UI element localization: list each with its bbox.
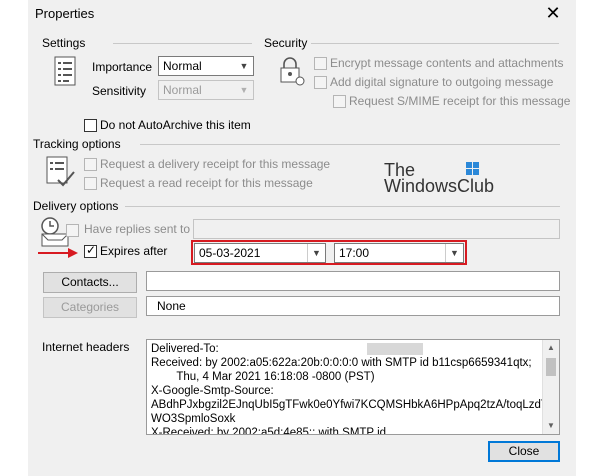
sensitivity-label: Sensitivity: [92, 84, 147, 98]
tracking-divider: [140, 144, 560, 145]
read-receipt-checkbox[interactable]: [84, 177, 97, 190]
contacts-button[interactable]: Contacts...: [43, 272, 137, 293]
scroll-thumb[interactable]: [546, 358, 556, 376]
importance-label: Importance: [92, 60, 153, 74]
expiry-time-select[interactable]: 17:00 ▼: [334, 243, 464, 263]
delivery-receipt-checkbox[interactable]: [84, 158, 97, 171]
padlock-settings-icon: [277, 56, 307, 91]
header-line: Received: by 2002:a05:622a:20b:0:0:0:0 w…: [151, 357, 532, 369]
header-line: ABdhPJxbgzil2EJnqUbI5gTFwk0e0Yfwi7KCQMSH…: [151, 399, 559, 411]
expires-after-label: Expires after: [100, 244, 168, 258]
close-icon[interactable]: ✕: [542, 2, 564, 24]
tracking-checklist-icon: [46, 156, 76, 191]
encrypt-label: Encrypt message contents and attachments: [330, 56, 564, 70]
close-button[interactable]: Close: [488, 441, 560, 462]
have-replies-checkbox[interactable]: [66, 224, 79, 237]
settings-group-label: Settings: [42, 36, 86, 50]
chevron-down-icon: ▼: [239, 85, 249, 95]
expiry-time-value: 17:00: [339, 246, 370, 260]
chevron-down-icon[interactable]: ▼: [445, 244, 463, 262]
importance-select[interactable]: Normal ▼: [158, 56, 254, 76]
delivery-receipt-label: Request a delivery receipt for this mess…: [100, 157, 331, 171]
chevron-down-icon: ▼: [239, 61, 249, 71]
smime-checkbox[interactable]: [333, 95, 346, 108]
categories-button[interactable]: Categories: [43, 297, 137, 318]
smime-label: Request S/MIME receipt for this message: [349, 94, 571, 108]
signature-checkbox[interactable]: [314, 76, 327, 89]
header-line: Delivered-To:: [151, 343, 219, 355]
importance-value: Normal: [163, 59, 202, 73]
header-line: WO3SpmloSoxk: [151, 413, 236, 425]
encrypt-checkbox[interactable]: [314, 57, 327, 70]
autoarchive-label: Do not AutoArchive this item: [100, 118, 251, 132]
redacted-email-block: [367, 343, 423, 355]
signature-label: Add digital signature to outgoing messag…: [330, 75, 554, 89]
headers-scrollbar[interactable]: ▲ ▼: [542, 340, 559, 434]
expiry-date-value: 05-03-2021: [199, 246, 261, 260]
autoarchive-checkbox[interactable]: [84, 119, 97, 132]
have-replies-label: Have replies sent to: [84, 222, 191, 236]
security-group-label: Security: [264, 36, 308, 50]
watermark-line2: WindowsClub: [384, 176, 495, 196]
scroll-down-icon[interactable]: ▼: [543, 418, 559, 434]
windows-logo-icon: [466, 162, 480, 179]
internet-headers-label: Internet headers: [42, 340, 130, 354]
header-line: X-Received: by 2002:a5d:4e85:: with SMTP…: [151, 427, 387, 435]
delivery-group-label: Delivery options: [33, 199, 119, 213]
have-replies-input[interactable]: [193, 219, 560, 239]
internet-headers-textarea[interactable]: Delivered-To: Received: by 2002:a05:622a…: [146, 339, 560, 435]
window-title: Properties: [35, 6, 95, 21]
read-receipt-label: Request a read receipt for this message: [100, 176, 313, 190]
chevron-down-icon[interactable]: ▼: [307, 244, 325, 262]
delivery-divider: [125, 206, 560, 207]
header-line: X-Google-Smtp-Source:: [151, 385, 274, 397]
settings-list-icon: [54, 56, 76, 89]
red-arrow-icon: [38, 247, 78, 261]
tracking-group-label: Tracking options: [33, 137, 121, 151]
sensitivity-select[interactable]: Normal ▼: [158, 80, 254, 100]
header-line: Thu, 4 Mar 2021 16:18:08 -0800 (PST): [151, 371, 375, 383]
expiry-date-picker[interactable]: 05-03-2021 ▼: [194, 243, 326, 263]
contacts-input[interactable]: [146, 271, 560, 291]
settings-divider: [113, 43, 252, 44]
sensitivity-value: Normal: [163, 83, 202, 97]
categories-input[interactable]: None: [146, 296, 560, 316]
security-divider: [311, 43, 559, 44]
scroll-up-icon[interactable]: ▲: [543, 340, 559, 356]
expires-after-checkbox[interactable]: [84, 243, 97, 258]
